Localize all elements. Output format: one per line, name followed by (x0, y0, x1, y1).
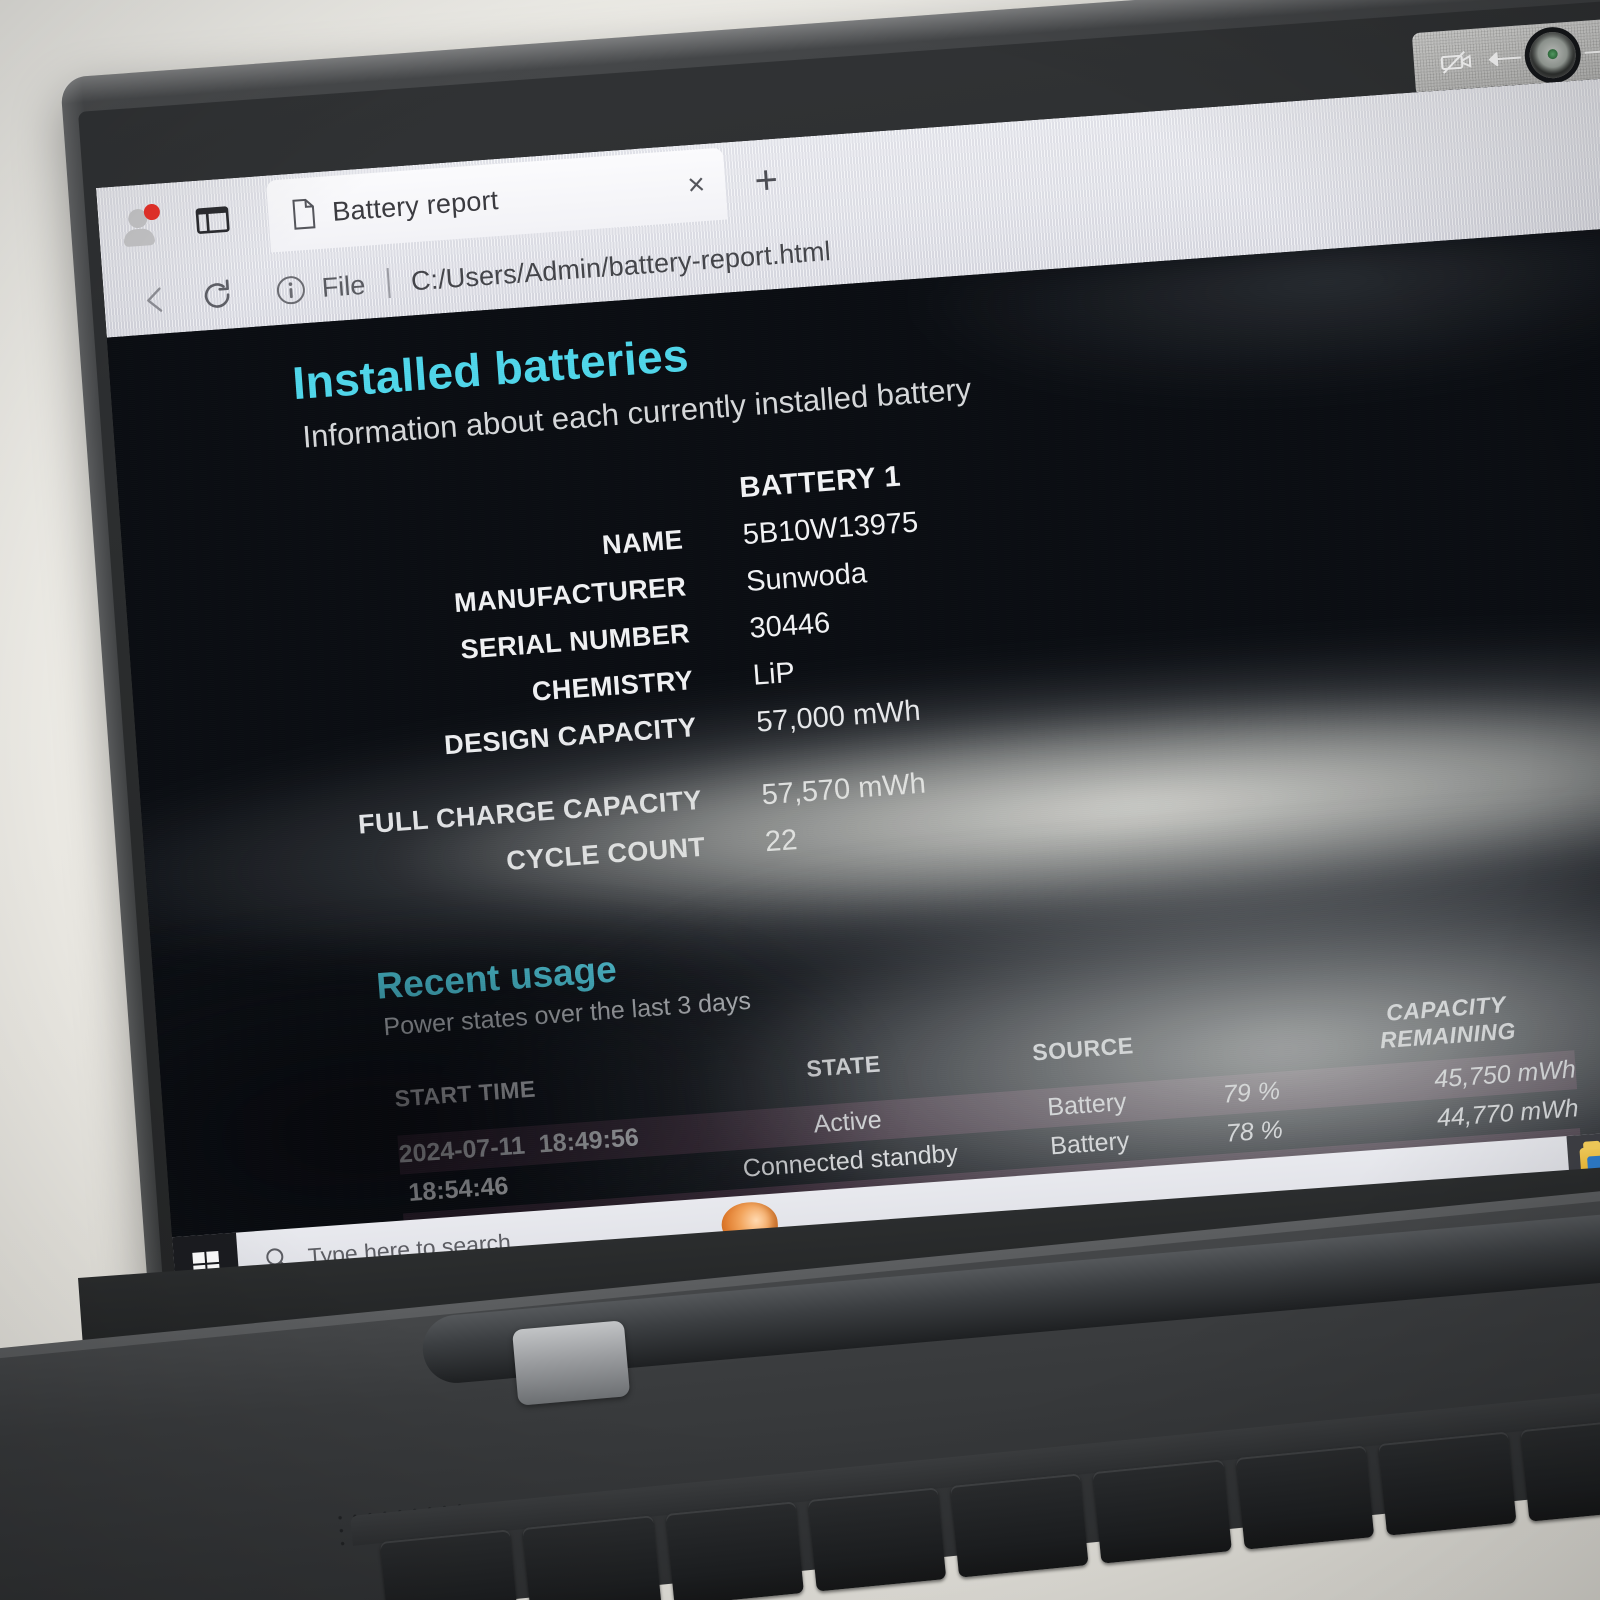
spec-value: 22 (763, 824, 799, 859)
keyboard-key[interactable] (950, 1473, 1090, 1578)
cell-time: 18:54:46 (407, 1171, 510, 1207)
battery-column-header: BATTERY 1 (738, 460, 903, 505)
laptop-screen: Battery report × + File C:/Users/Admin/b… (96, 77, 1600, 1296)
keyboard-key[interactable] (522, 1515, 662, 1600)
hinge-cap (512, 1320, 631, 1406)
keyboard-key[interactable] (665, 1501, 804, 1600)
address-separator (386, 268, 391, 299)
spec-value: 57,000 mWh (755, 694, 922, 739)
collections-icon[interactable] (193, 202, 233, 239)
arrow-right-icon (1583, 42, 1600, 60)
tab-title: Battery report (331, 184, 500, 227)
column-header-source: SOURCE (1031, 1031, 1135, 1065)
cell-date: 2024-07-11 (397, 1131, 526, 1169)
arrow-left-icon (1487, 49, 1522, 67)
cell-time: 18:49:56 (537, 1123, 640, 1159)
keyboard-key[interactable] (1235, 1445, 1375, 1550)
reload-button[interactable] (184, 264, 250, 326)
keyboard-key[interactable] (1520, 1417, 1600, 1522)
avatar-body (123, 227, 156, 248)
spec-value: 5B10W13975 (741, 506, 920, 552)
back-button[interactable] (122, 269, 188, 331)
page-content: Installed batteries Information about ea… (109, 259, 1600, 1295)
spec-value: Sunwoda (745, 557, 868, 598)
keyboard-key[interactable] (1093, 1459, 1232, 1564)
spec-value: LiP (751, 656, 796, 692)
keyboard-key[interactable] (807, 1487, 947, 1592)
keyboard-key[interactable] (380, 1529, 519, 1600)
document-icon (289, 197, 317, 231)
camera-off-icon (1439, 46, 1481, 77)
cell-date (401, 1180, 403, 1208)
battery-report-page: Installed batteries Information about ea… (106, 227, 1600, 1296)
webcam-lens (1528, 30, 1578, 80)
notification-badge-icon (143, 203, 161, 221)
info-icon[interactable] (273, 272, 309, 308)
spec-value: 30446 (748, 607, 832, 645)
tab-close-button[interactable]: × (672, 161, 721, 210)
photo-of-laptop: Battery report × + File C:/Users/Admin/b… (0, 0, 1600, 1600)
file-scheme-label: File (320, 269, 367, 303)
profile-avatar[interactable] (119, 203, 168, 248)
column-header-percent-blank (1170, 1001, 1325, 1080)
url-text[interactable]: C:/Users/Admin/battery-report.html (410, 236, 832, 297)
keyboard-key[interactable] (1378, 1431, 1517, 1536)
new-tab-button[interactable]: + (733, 147, 799, 213)
battery-specs-table: BATTERY 1 NAME 5B10W13975 MANUFACTURER S… (120, 407, 1600, 904)
